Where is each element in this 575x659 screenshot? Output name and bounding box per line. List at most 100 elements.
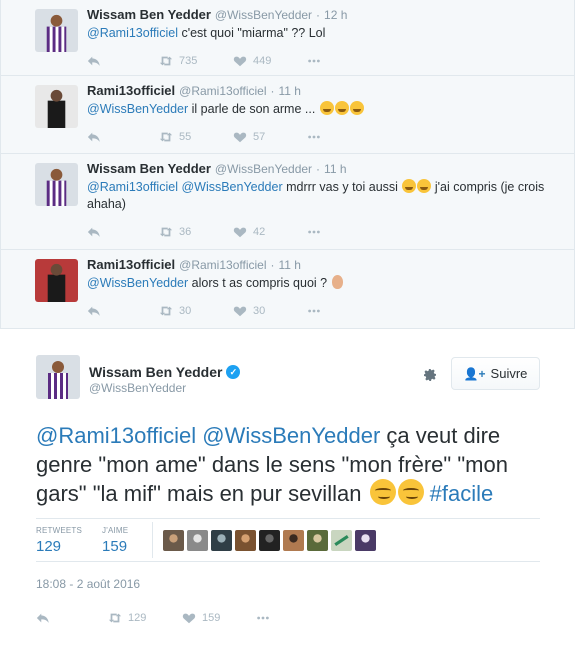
like-count: 57 — [253, 131, 266, 143]
avatar[interactable] — [35, 9, 78, 52]
tweet-body: alors t as compris quoi ? — [188, 276, 331, 290]
tweet-body: c'est quoi "miarma" ?? Lol — [177, 26, 326, 40]
mention-link[interactable]: @Rami13officiel — [87, 180, 178, 194]
reply-tweet[interactable]: Rami13officiel @Rami13officiel · 11 h @W… — [1, 76, 574, 154]
tweet-actions: 55 57 — [87, 122, 564, 152]
tweet-date[interactable]: 18:08 - 2 août 2016 — [36, 577, 540, 591]
mention-link[interactable]: @Rami13officiel — [36, 423, 196, 448]
author-handle[interactable]: @WissBenYedder — [215, 161, 312, 177]
liker-avatar[interactable] — [307, 529, 329, 551]
joy-emoji-icon — [319, 101, 334, 115]
liker-avatar[interactable] — [259, 529, 281, 551]
reply-icon — [87, 56, 100, 66]
mention-link[interactable]: @WissBenYedder — [181, 180, 282, 194]
reply-icon — [87, 227, 100, 237]
avatar[interactable] — [35, 85, 78, 128]
retweets-stat[interactable]: RETWEETS 129 — [36, 526, 102, 555]
tweet-actions: 36 42 — [87, 217, 564, 247]
reply-icon — [87, 306, 100, 316]
reply-button[interactable] — [87, 130, 159, 144]
timestamp[interactable]: 12 h — [324, 7, 347, 23]
like-button[interactable]: 42 — [233, 225, 307, 239]
like-count: 42 — [253, 226, 266, 238]
author-handle[interactable]: @Rami13officiel — [179, 257, 266, 273]
liker-avatar[interactable] — [163, 529, 185, 551]
reply-tweet[interactable]: Rami13officiel @Rami13officiel · 11 h @W… — [1, 250, 574, 328]
tweet-body: il parle de son arme ... — [188, 102, 319, 116]
retweet-count: 735 — [179, 55, 198, 67]
tweet-actions: 129 159 — [36, 608, 540, 628]
author-name[interactable]: Wissam Ben Yedder — [89, 364, 222, 380]
liker-avatar[interactable] — [355, 529, 377, 551]
author-name[interactable]: Rami13officiel — [87, 83, 175, 99]
gear-icon — [424, 369, 436, 381]
separator-dot: · — [270, 258, 275, 272]
mention-link[interactable]: @WissBenYedder — [87, 102, 188, 116]
reply-button[interactable] — [87, 304, 159, 318]
reply-button[interactable] — [36, 611, 108, 625]
author-name[interactable]: Wissam Ben Yedder — [87, 161, 211, 177]
more-button[interactable] — [307, 304, 381, 318]
verified-badge-icon: ✓ — [226, 365, 241, 379]
tweet-text: @Rami13officiel @WissBenYedder mdrrr vas… — [87, 179, 557, 213]
like-button[interactable]: 159 — [182, 611, 256, 625]
retweet-count: 36 — [179, 226, 192, 238]
liker-avatar[interactable] — [211, 529, 233, 551]
retweet-button[interactable]: 735 — [159, 54, 233, 68]
reply-button[interactable] — [87, 225, 159, 239]
retweet-button[interactable]: 129 — [108, 611, 182, 625]
like-button[interactable]: 57 — [233, 130, 307, 144]
retweet-count: 129 — [128, 612, 147, 624]
author-handle[interactable]: @Rami13officiel — [179, 83, 266, 99]
likes-stat[interactable]: J'AIME 159 — [102, 526, 148, 555]
like-button[interactable]: 30 — [233, 304, 307, 318]
heart-icon — [233, 56, 247, 67]
more-button[interactable] — [307, 225, 381, 239]
retweet-count: 55 — [179, 131, 192, 143]
more-button[interactable] — [256, 611, 330, 625]
tweet-stats: RETWEETS 129 J'AIME 159 — [36, 518, 540, 562]
reply-tweet[interactable]: Wissam Ben Yedder @WissBenYedder · 11 h … — [1, 154, 574, 250]
heart-icon — [233, 132, 247, 143]
mention-link[interactable]: @Rami13officiel — [87, 26, 178, 40]
retweet-icon — [159, 306, 173, 316]
follow-button[interactable]: 👤+ Suivre — [451, 357, 540, 390]
more-button[interactable] — [307, 130, 381, 144]
more-dots-icon — [308, 230, 320, 234]
heart-icon — [182, 613, 196, 624]
author-name[interactable]: Rami13officiel — [87, 257, 175, 273]
heart-icon — [233, 227, 247, 238]
tweet-actions: 735 449 — [87, 46, 564, 76]
settings-gear-icon[interactable] — [422, 367, 438, 386]
liker-avatar[interactable] — [331, 529, 353, 551]
like-button[interactable]: 449 — [233, 54, 307, 68]
reply-tweet[interactable]: Wissam Ben Yedder @WissBenYedder · 12 h … — [1, 0, 574, 76]
author-handle[interactable]: @WissBenYedder — [215, 7, 312, 23]
timestamp[interactable]: 11 h — [324, 161, 346, 177]
hashtag-link[interactable]: #facile — [430, 481, 494, 506]
separator-dot: · — [270, 84, 275, 98]
separator-dot: · — [316, 8, 321, 22]
avatar[interactable] — [35, 259, 78, 302]
liker-avatar[interactable] — [187, 529, 209, 551]
tweet-body: mdrrr vas y toi aussi — [282, 180, 402, 194]
timestamp[interactable]: 11 h — [278, 83, 300, 99]
avatar[interactable] — [35, 163, 78, 206]
heart-icon — [233, 306, 247, 317]
more-button[interactable] — [307, 54, 381, 68]
like-count: 159 — [202, 612, 221, 624]
reply-button[interactable] — [87, 54, 159, 68]
tweet-actions: 30 30 — [87, 296, 564, 326]
author-name[interactable]: Wissam Ben Yedder — [87, 7, 211, 23]
reply-icon — [36, 613, 49, 623]
retweet-button[interactable]: 30 — [159, 304, 233, 318]
liker-avatar[interactable] — [283, 529, 305, 551]
mention-link[interactable]: @WissBenYedder — [87, 276, 188, 290]
retweet-button[interactable]: 36 — [159, 225, 233, 239]
timestamp[interactable]: 11 h — [278, 257, 300, 273]
more-dots-icon — [308, 59, 320, 63]
mention-link[interactable]: @WissBenYedder — [202, 423, 380, 448]
avatar[interactable] — [36, 355, 80, 399]
liker-avatar[interactable] — [235, 529, 257, 551]
retweet-button[interactable]: 55 — [159, 130, 233, 144]
